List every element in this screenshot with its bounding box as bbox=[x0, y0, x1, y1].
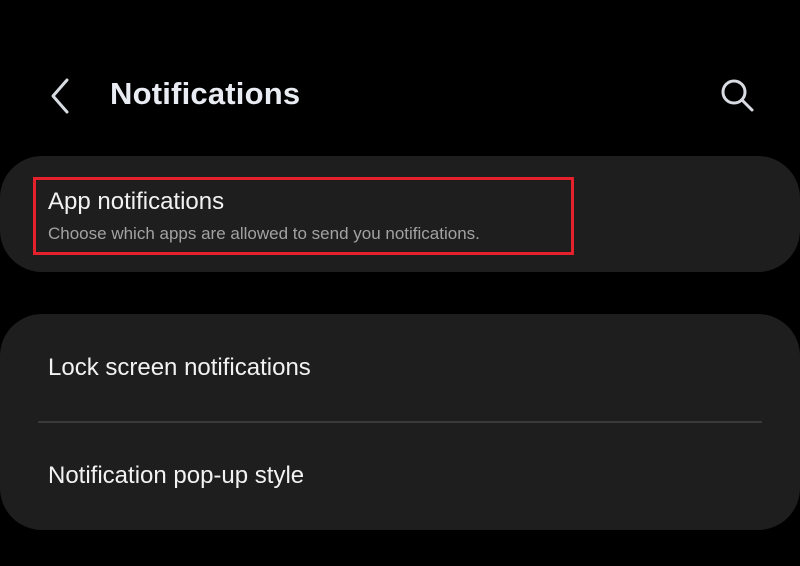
app-notifications-title: App notifications bbox=[48, 188, 225, 215]
chevron-left-icon bbox=[51, 78, 69, 114]
top-app-bar: Notifications bbox=[0, 0, 800, 150]
lock-screen-notifications-item[interactable]: Lock screen notifications bbox=[0, 314, 800, 422]
search-icon bbox=[721, 79, 754, 112]
app-notifications-card: App notifications Choose which apps are … bbox=[0, 156, 800, 272]
app-notifications-subtitle: Choose which apps are allowed to send yo… bbox=[48, 224, 480, 243]
notifications-screen: Notifications App notifications Choose w… bbox=[0, 0, 800, 566]
lock-screen-notifications-label: Lock screen notifications bbox=[48, 354, 311, 381]
page-title: Notifications bbox=[110, 76, 301, 111]
app-notifications-item[interactable]: App notifications Choose which apps are … bbox=[0, 156, 800, 272]
notification-settings-card: Lock screen notifications Notification p… bbox=[0, 314, 800, 530]
notification-popup-style-item[interactable]: Notification pop-up style bbox=[0, 422, 800, 530]
notification-popup-style-label: Notification pop-up style bbox=[48, 462, 305, 489]
back-button[interactable] bbox=[38, 72, 82, 120]
search-button[interactable] bbox=[712, 70, 764, 122]
